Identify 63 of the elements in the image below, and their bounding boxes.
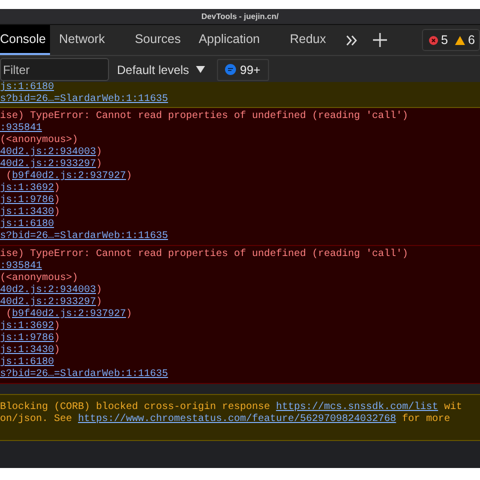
message-text: ) (54, 195, 60, 206)
source-link[interactable]: js:1:6180 (0, 357, 54, 368)
message-text: (<anonymous>) (0, 135, 78, 146)
message-text: Blocking (CORB) blocked cross-origin response (0, 402, 272, 413)
source-link[interactable]: js:1:6180 (0, 82, 54, 93)
source-link[interactable]: 40d2.js:2:933297 (0, 297, 96, 308)
message-count: 99+ (240, 62, 260, 76)
chat-bubble-icon (225, 64, 236, 75)
message-text: ( (5, 309, 12, 320)
source-link[interactable]: js:1:3692 (0, 183, 54, 194)
message-text: ise) TypeError: Cannot read properties of undefined (reading 'call') (0, 249, 408, 260)
source-link[interactable]: 40d2.js:2:934003 (0, 147, 96, 158)
tab[interactable]: Sources (134, 25, 181, 55)
message-text: ) (96, 285, 102, 296)
source-link[interactable]: 40d2.js:2:934003 (0, 285, 96, 296)
message-text: ) (96, 159, 102, 170)
tab[interactable]: Redux (290, 25, 326, 55)
filter-field[interactable]: Filter (0, 58, 109, 81)
message-text: for more (401, 414, 450, 425)
source-link[interactable]: js:1:3692 (0, 321, 54, 332)
source-link[interactable]: s?bid=26…=SlardarWeb:1:11635 (0, 94, 168, 105)
source-link[interactable]: js:1:3430 (0, 207, 54, 218)
more-tabs-icon[interactable] (346, 34, 357, 46)
tab[interactable]: Console (0, 25, 50, 55)
message-text: ) (54, 333, 60, 344)
source-link[interactable]: js:1:9786 (0, 333, 54, 344)
message-count-button[interactable]: 99+ (217, 58, 270, 80)
window-title: DevTools - juejin.cn/ (201, 12, 279, 21)
message-text: ise) TypeError: Cannot read properties of undefined (reading 'call') (0, 111, 408, 122)
tab[interactable]: Network (59, 25, 105, 55)
message-text: ) (96, 147, 102, 158)
message-text: ) (54, 321, 60, 332)
message-text: ) (126, 309, 132, 320)
source-link[interactable]: https://mcs.snssdk.com/list (276, 402, 438, 413)
source-link[interactable]: js:1:9786 (0, 195, 54, 206)
message-text: wit (443, 402, 462, 413)
error-icon (429, 36, 438, 44)
message-text: ) (54, 345, 60, 356)
message-text: ) (126, 171, 132, 182)
source-link[interactable]: https://www.chromestatus.com/feature/5629709824032768 (78, 414, 396, 425)
message-text: (<anonymous>) (0, 273, 78, 284)
tab[interactable]: Application (198, 25, 260, 55)
source-link[interactable]: b9f40d2.js:2:937927 (12, 171, 126, 182)
warning-count: 6 (468, 33, 475, 47)
source-link[interactable]: b9f40d2.js:2:937927 (12, 309, 126, 320)
message-text: ) (54, 183, 60, 194)
add-icon[interactable] (373, 33, 387, 47)
message-text: ) (54, 207, 60, 218)
source-link[interactable]: 40d2.js:2:933297 (0, 159, 96, 170)
source-link[interactable]: s?bid=26…=SlardarWeb:1:11635 (0, 369, 168, 380)
message-text: ) (96, 297, 102, 308)
source-link[interactable]: :935841 (0, 123, 42, 134)
message-text: ( (5, 171, 12, 182)
levels-dropdown[interactable]: Default levels (117, 62, 210, 76)
source-link[interactable]: s?bid=26…=SlardarWeb:1:11635 (0, 231, 168, 242)
error-count: 5 (441, 33, 448, 47)
source-link[interactable]: :935841 (0, 261, 42, 272)
warning-icon (454, 36, 465, 44)
source-link[interactable]: js:1:3430 (0, 345, 54, 356)
message-text: on/json. See (0, 414, 74, 425)
source-link[interactable]: js:1:6180 (0, 219, 54, 230)
caret-icon (196, 66, 206, 73)
issue-counter[interactable]: 5 6 (422, 29, 480, 51)
